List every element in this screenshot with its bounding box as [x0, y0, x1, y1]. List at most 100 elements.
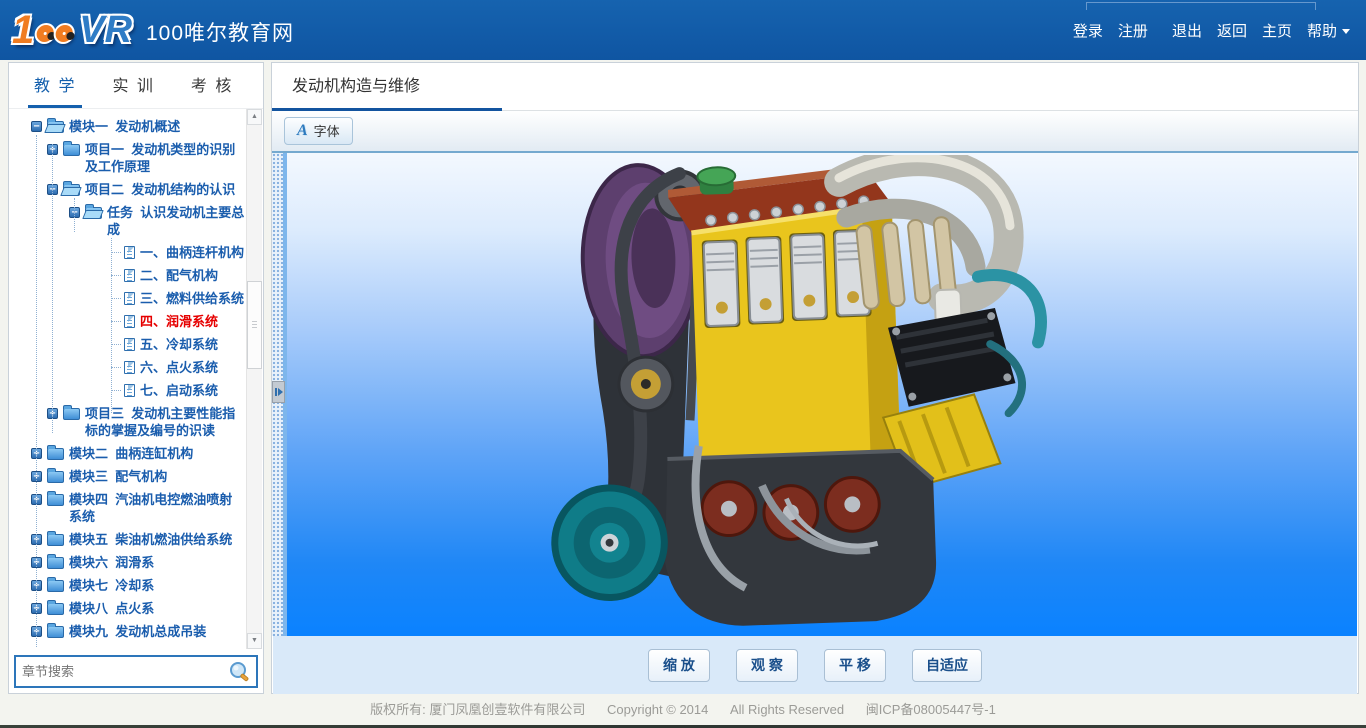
magnifier-icon[interactable] — [228, 661, 252, 683]
tree-node[interactable]: − 模块一 发动机概述 — [19, 115, 245, 138]
tree-node-icon — [124, 269, 135, 282]
nav-link[interactable]: 退出 — [1172, 20, 1202, 41]
tree-node-icon — [47, 448, 64, 460]
tree-toggle-icon[interactable]: − — [31, 121, 42, 132]
main-panel: 发动机构造与维修 A 字体 — [271, 62, 1359, 694]
tree-node-icon — [124, 338, 135, 351]
chapter-tree: − 模块一 发动机概述 + 项目一 发动机类型的识别及工作原理 − 项目二 发动… — [9, 109, 245, 649]
scroll-down-icon[interactable]: ▼ — [247, 633, 262, 649]
tree-node-icon — [124, 246, 135, 259]
nav-link[interactable]: 登录 — [1073, 20, 1103, 41]
engine-illustration — [547, 155, 1087, 633]
chevron-down-icon — [1342, 29, 1350, 34]
tree-node-label[interactable]: 模块四 汽油机电控燃油喷射系统 — [69, 491, 245, 525]
scrollbar-thumb[interactable] — [247, 281, 262, 369]
tree-node-label[interactable]: 项目一 发动机类型的识别及工作原理 — [85, 141, 245, 175]
tree-node-icon — [47, 557, 64, 569]
tree-node-label[interactable]: 模块三 配气机构 — [69, 468, 167, 485]
viewer-controls: 缩 放 观 察 平 移 自适应 — [273, 636, 1357, 694]
logo-zero-eye-icon — [55, 25, 74, 42]
tree-node-icon — [85, 207, 102, 219]
sidebar-collapse-handle[interactable] — [272, 381, 285, 403]
tree-node-label[interactable]: 项目二 发动机结构的认识 — [85, 181, 235, 198]
copyright-text: All Rights Reserved — [730, 702, 844, 717]
tree-node-label[interactable]: 模块七 冷却系 — [69, 577, 154, 594]
nav-link[interactable]: 返回 — [1217, 20, 1247, 41]
top-nav: 登录 注册 退出 返回 主页 帮助 — [1058, 0, 1350, 60]
tab-engine-course[interactable]: 发动机构造与维修 — [272, 63, 502, 111]
tree-node[interactable]: + 模块五 柴油机燃油供给系统 — [19, 528, 245, 551]
sidebar-tab[interactable]: 教 学 — [31, 72, 79, 108]
tree-node-icon — [47, 471, 64, 483]
tree-node-label[interactable]: 五、冷却系统 — [140, 336, 218, 353]
tree-node-label[interactable]: 二、配气机构 — [140, 267, 218, 284]
viewer-control-button[interactable]: 自适应 — [912, 649, 982, 682]
tree-connector-line — [111, 238, 112, 413]
tree-node[interactable]: + 模块六 润滑系 — [19, 551, 245, 574]
logo-text-vr: VR — [79, 9, 132, 52]
tree-node-icon — [47, 494, 64, 506]
copyright-text: 闽ICP备08005447号-1 — [866, 702, 996, 717]
sidebar-tab[interactable]: 实 训 — [109, 72, 157, 108]
tree-node-icon — [124, 384, 135, 397]
font-button-label: 字体 — [314, 121, 340, 140]
site-name: 100唯尔教育网 — [146, 17, 294, 47]
tree-node-label[interactable]: 模块二 曲柄连缸机构 — [69, 445, 193, 462]
viewer-control-button[interactable]: 平 移 — [824, 649, 886, 682]
scroll-up-icon[interactable]: ▲ — [247, 109, 262, 125]
tree-node-label[interactable]: 项目三 发动机主要性能指标的掌握及编号的识读 — [85, 405, 245, 439]
tree-scrollbar[interactable]: ▲ ▼ — [246, 109, 262, 649]
tree-node-label[interactable]: 模块六 润滑系 — [69, 554, 154, 571]
content-tab-row: 发动机构造与维修 — [272, 63, 1358, 111]
tree-node-icon — [47, 580, 64, 592]
tree-node[interactable]: + 模块三 配气机构 — [19, 465, 245, 488]
tree-node-label[interactable]: 模块五 柴油机燃油供给系统 — [69, 531, 232, 548]
nav-link[interactable]: 主页 — [1262, 20, 1292, 41]
tree-node[interactable]: + 模块九 发动机总成吊装 — [19, 620, 245, 643]
tree-node-label[interactable]: 模块九 发动机总成吊装 — [69, 623, 206, 640]
tree-node[interactable]: + 模块八 点火系 — [19, 597, 245, 620]
tree-node-label[interactable]: 三、燃料供给系统 — [140, 290, 244, 307]
nav-link[interactable]: 注册 — [1118, 20, 1148, 41]
tree-node-label[interactable]: 模块八 点火系 — [69, 600, 154, 617]
copyright-text: Copyright © 2014 — [607, 702, 708, 717]
tree-node-label[interactable]: 七、启动系统 — [140, 382, 218, 399]
tree-node[interactable]: + 模块四 汽油机电控燃油喷射系统 — [19, 488, 245, 528]
collapse-arrow-icon — [275, 388, 277, 396]
viewer-toolbar: A 字体 — [272, 111, 1358, 153]
engine-3d-viewport[interactable] — [283, 153, 1357, 636]
tree-node-icon — [47, 534, 64, 546]
tree-connector-line — [36, 135, 37, 647]
sidebar: 教 学 实 训 考 核 − 模块一 发动机概述 + 项目一 发动机类型的识别及工… — [8, 62, 264, 694]
tree-node-icon — [63, 184, 80, 196]
tree-node[interactable]: + 模块二 曲柄连缸机构 — [19, 442, 245, 465]
tree-node-icon — [47, 603, 64, 615]
sidebar-tab[interactable]: 考 核 — [188, 72, 236, 108]
tree-node-label[interactable]: 任务 认识发动机主要总成 — [107, 204, 245, 238]
tree-node-label[interactable]: 四、润滑系统 — [140, 313, 218, 330]
logo-zero-eye-icon — [36, 25, 55, 42]
chapter-search-box — [14, 655, 258, 688]
tree-node-label[interactable]: 六、点火系统 — [140, 359, 218, 376]
font-button[interactable]: A 字体 — [284, 117, 353, 145]
tree-connector-line — [74, 198, 75, 232]
tree-connector-line — [52, 144, 53, 433]
header: 1 VR 100唯尔教育网 登录 注册 退出 返回 主页 帮助 — [0, 0, 1366, 60]
logo-text-1: 1 — [12, 8, 34, 53]
search-input[interactable] — [16, 664, 228, 679]
copyright-text: 版权所有: 厦门凤凰创壹软件有限公司 — [370, 702, 585, 717]
tree-node-icon — [124, 361, 135, 374]
tree-node-label[interactable]: 一、曲柄连杆机构 — [140, 244, 244, 261]
sidebar-tabs: 教 学 实 训 考 核 — [9, 63, 263, 109]
collapse-arrow-icon — [278, 388, 283, 396]
tree-node-icon — [124, 315, 135, 328]
tree-node[interactable]: + 模块七 冷却系 — [19, 574, 245, 597]
nav-link[interactable]: 帮助 — [1307, 20, 1350, 41]
tree-node-icon — [63, 144, 80, 156]
viewer-control-button[interactable]: 缩 放 — [648, 649, 710, 682]
tree-node-label[interactable]: 模块一 发动机概述 — [69, 118, 180, 135]
site-logo[interactable]: 1 VR — [12, 9, 132, 51]
tree-node-icon — [124, 292, 135, 305]
viewer-control-button[interactable]: 观 察 — [736, 649, 798, 682]
tree-node-icon — [47, 626, 64, 638]
